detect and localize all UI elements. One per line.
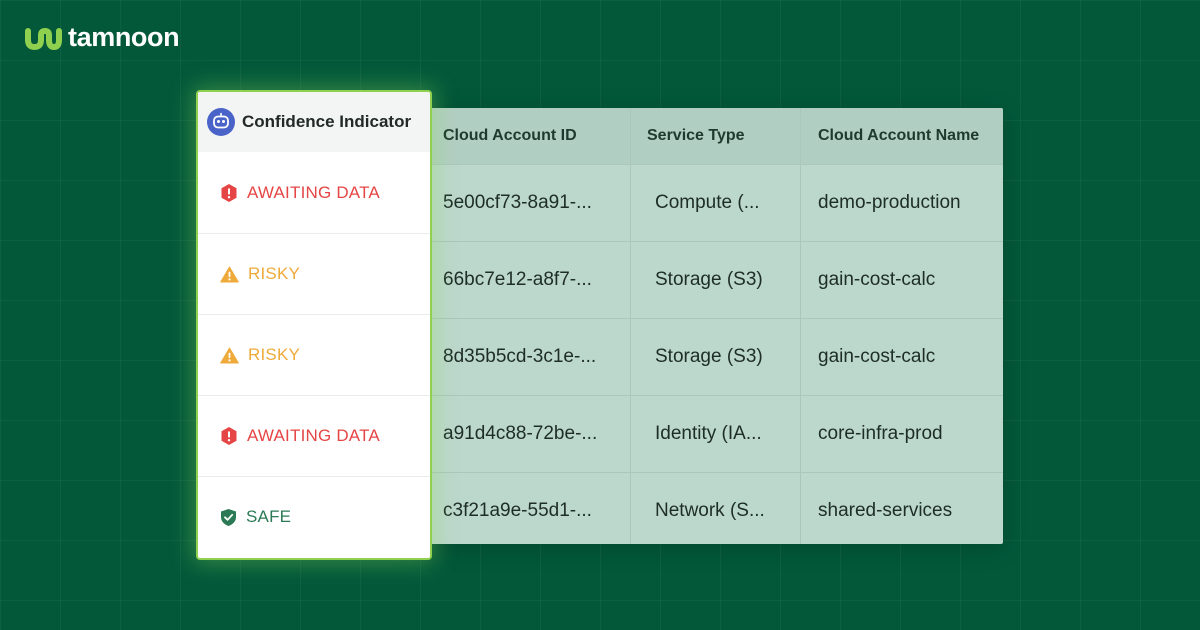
status-label: RISKY bbox=[248, 264, 301, 283]
column-header-cloud-account-name[interactable]: Cloud Account Name bbox=[801, 108, 1003, 164]
brand-logo: tamnoon bbox=[24, 22, 180, 52]
cloud-account-id-cell: 66bc7e12-a8f7-... bbox=[400, 242, 631, 318]
service-type-cell: Storage (S3) bbox=[631, 242, 801, 318]
accounts-table: Cloud Account ID Service Type Cloud Acco… bbox=[400, 108, 1003, 544]
cloud-account-id-cell: a91d4c88-72be-... bbox=[400, 396, 631, 472]
status-label: AWAITING DATA bbox=[247, 426, 380, 445]
table-row[interactable]: 66bc7e12-a8f7-... Storage (S3) gain-cost… bbox=[400, 241, 1003, 318]
warning-triangle-icon bbox=[220, 347, 239, 363]
confidence-row[interactable]: AWAITING DATA bbox=[198, 152, 430, 233]
confidence-row[interactable]: AWAITING DATA bbox=[198, 395, 430, 476]
table-header: Cloud Account ID Service Type Cloud Acco… bbox=[400, 108, 1003, 164]
robot-badge-icon bbox=[207, 108, 235, 136]
alert-hexagon-icon bbox=[221, 427, 237, 445]
shield-check-icon bbox=[221, 508, 236, 526]
table-row[interactable]: 5e00cf73-8a91-... Compute (... demo-prod… bbox=[400, 164, 1003, 241]
alert-hexagon-icon bbox=[221, 183, 237, 202]
cloud-account-name-cell: demo-production bbox=[818, 192, 961, 213]
status-label: SAFE bbox=[246, 507, 292, 526]
table-row[interactable]: 8d35b5cd-3c1e-... Storage (S3) gain-cost… bbox=[400, 318, 1003, 395]
cloud-account-name-cell: core-infra-prod bbox=[818, 423, 943, 444]
column-header-cloud-account-id[interactable]: Cloud Account ID bbox=[400, 108, 631, 164]
service-type-cell: Network (S... bbox=[631, 473, 801, 544]
cloud-account-name-cell: shared-services bbox=[818, 500, 953, 521]
tamnoon-wave-icon bbox=[25, 27, 62, 50]
table-row[interactable]: c3f21a9e-55d1-... Network (S... shared-s… bbox=[400, 472, 1003, 544]
confidence-indicator-column: Confidence Indicator AWAITING DATA RISKY… bbox=[196, 90, 432, 560]
cloud-account-id-cell: c3f21a9e-55d1-... bbox=[400, 473, 631, 544]
cloud-account-name-cell: gain-cost-calc bbox=[818, 346, 936, 367]
service-type-cell: Identity (IA... bbox=[631, 396, 801, 472]
status-label: RISKY bbox=[248, 345, 301, 364]
confidence-row[interactable]: RISKY bbox=[198, 314, 430, 395]
cloud-account-id-cell: 8d35b5cd-3c1e-... bbox=[400, 319, 631, 395]
warning-triangle-icon bbox=[220, 266, 239, 282]
confidence-row[interactable]: RISKY bbox=[198, 233, 430, 314]
table-row[interactable]: a91d4c88-72be-... Identity (IA... core-i… bbox=[400, 395, 1003, 472]
confidence-indicator-header[interactable]: Confidence Indicator bbox=[198, 92, 430, 152]
service-type-cell: Storage (S3) bbox=[631, 319, 801, 395]
confidence-indicator-title: Confidence Indicator bbox=[242, 112, 412, 131]
column-header-service-type[interactable]: Service Type bbox=[631, 108, 801, 164]
brand-name: tamnoon bbox=[68, 22, 180, 52]
cloud-account-name-cell: gain-cost-calc bbox=[818, 269, 936, 290]
cloud-account-id-cell: 5e00cf73-8a91-... bbox=[400, 165, 631, 241]
service-type-cell: Compute (... bbox=[631, 165, 801, 241]
status-label: AWAITING DATA bbox=[247, 182, 380, 202]
confidence-row[interactable]: SAFE bbox=[198, 476, 430, 557]
